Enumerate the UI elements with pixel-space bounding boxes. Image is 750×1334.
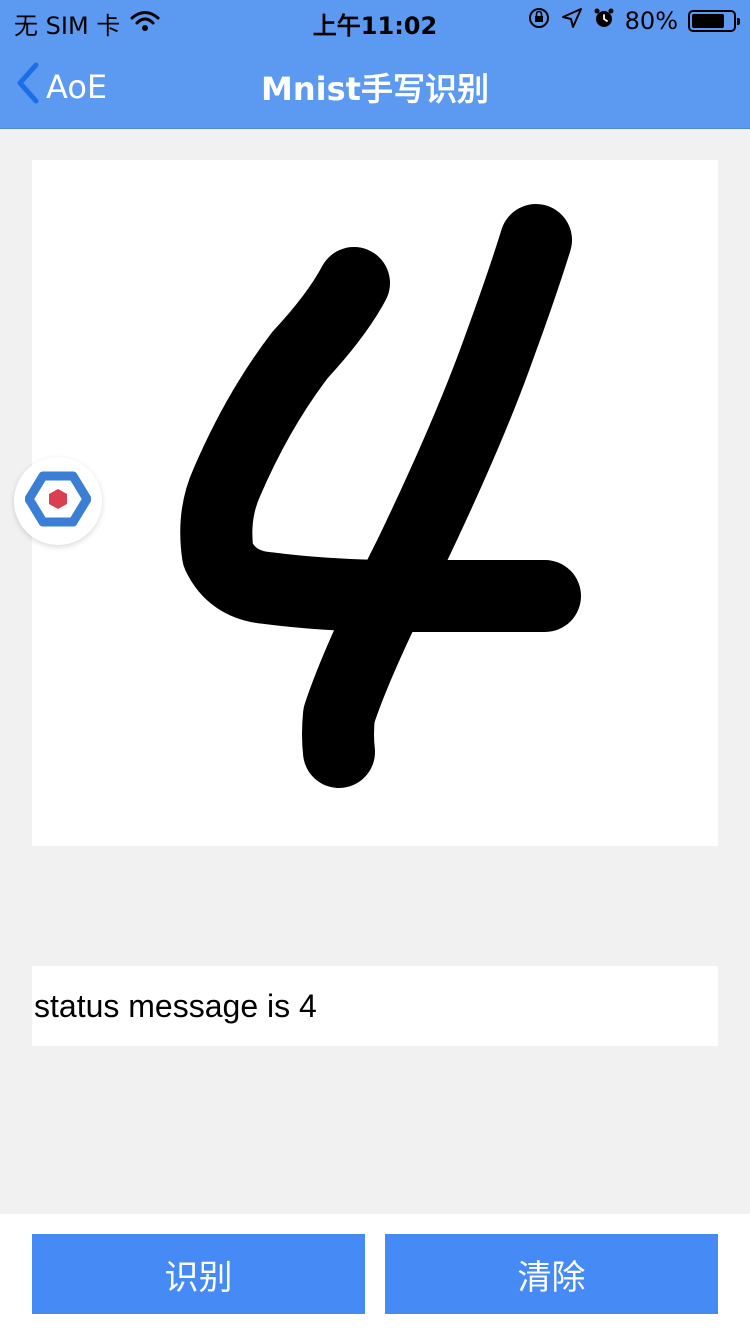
battery-fill xyxy=(692,14,724,28)
screen: 无 SIM 卡 上午11:02 80% AoE Mnist手写识别 status… xyxy=(0,0,750,1334)
handwritten-digit-drawing xyxy=(180,204,581,788)
status-bar: 无 SIM 卡 上午11:02 80% xyxy=(0,0,750,40)
battery-percent: 80% xyxy=(624,7,678,35)
page-title: Mnist手写识别 xyxy=(261,70,489,108)
status-right: 80% xyxy=(527,6,740,36)
clear-button[interactable]: 清除 xyxy=(385,1234,718,1314)
location-arrow-icon xyxy=(561,7,583,35)
header: 无 SIM 卡 上午11:02 80% AoE Mnist手写识别 xyxy=(0,0,750,129)
aoe-logo-icon xyxy=(24,470,92,532)
status-message: status message is 4 xyxy=(32,966,718,1046)
bottom-action-bar: 识别 清除 xyxy=(0,1214,750,1334)
battery-icon xyxy=(688,10,740,32)
orientation-lock-icon xyxy=(527,6,551,36)
drawing-canvas[interactable] xyxy=(32,160,718,846)
aoe-floating-button[interactable] xyxy=(14,457,102,545)
alarm-icon xyxy=(593,7,615,35)
battery-tip xyxy=(737,18,740,25)
recognize-button[interactable]: 识别 xyxy=(32,1234,365,1314)
nav-bar: AoE Mnist手写识别 xyxy=(0,40,750,128)
